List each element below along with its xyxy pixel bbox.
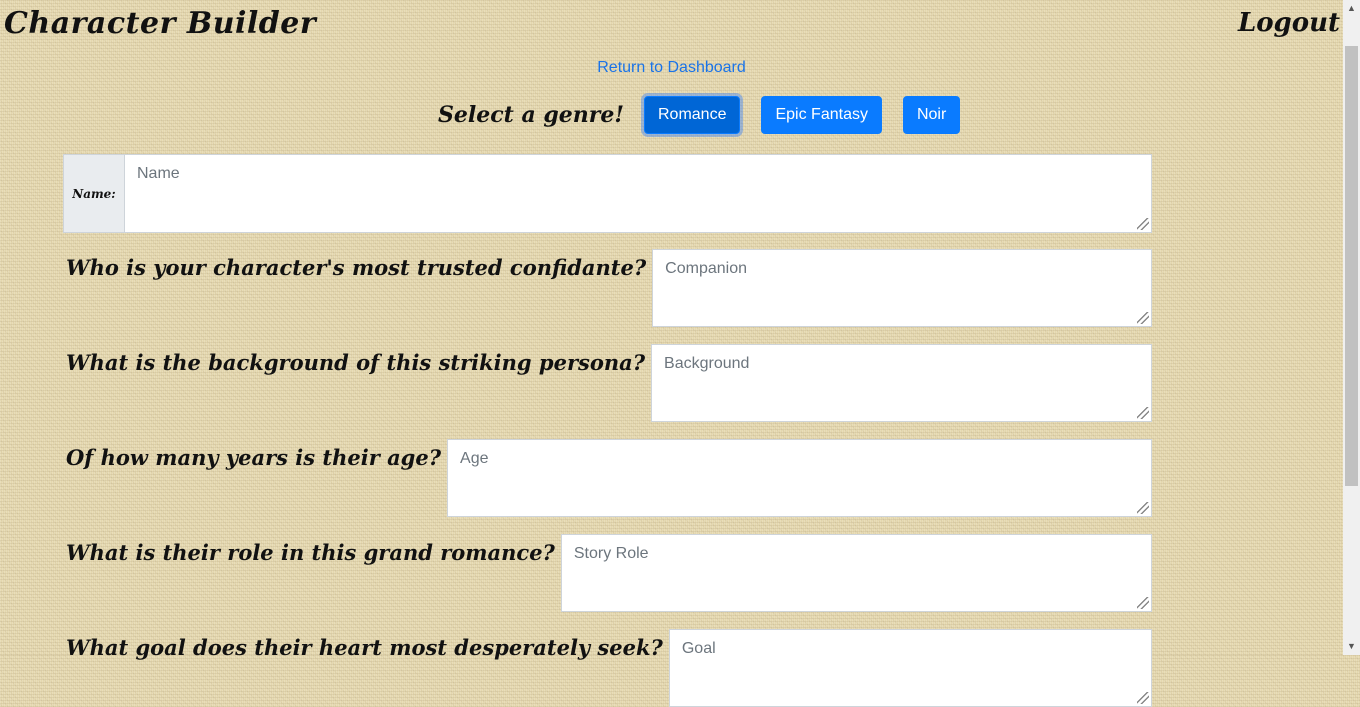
scrollbar-thumb[interactable] xyxy=(1345,46,1358,486)
name-input[interactable]: Name xyxy=(124,154,1152,233)
name-placeholder: Name xyxy=(137,165,180,182)
resize-grip-icon[interactable] xyxy=(1137,502,1149,514)
resize-grip-icon[interactable] xyxy=(1137,692,1149,704)
story-role-input[interactable]: Story Role xyxy=(560,534,1152,612)
story-role-placeholder: Story Role xyxy=(573,545,649,562)
companion-question: Who is your character's most trusted con… xyxy=(66,255,647,280)
scroll-down-icon[interactable]: ▼ xyxy=(1343,638,1360,655)
vertical-scrollbar[interactable]: ▲ ▼ xyxy=(1343,0,1360,655)
scroll-up-icon[interactable]: ▲ xyxy=(1343,0,1360,17)
story-role-question: What is their role in this grand romance… xyxy=(66,540,555,565)
genre-noir-button[interactable]: Noir xyxy=(902,96,961,134)
return-to-dashboard-link[interactable]: Return to Dashboard xyxy=(0,59,1343,77)
companion-field-group: Who is your character's most trusted con… xyxy=(63,249,1152,327)
age-input[interactable]: Age xyxy=(447,439,1152,517)
background-question: What is the background of this striking … xyxy=(66,350,646,375)
genre-label: Select a genre! xyxy=(438,102,624,128)
resize-grip-icon[interactable] xyxy=(1137,218,1149,230)
companion-input[interactable]: Companion xyxy=(652,249,1152,327)
background-placeholder: Background xyxy=(664,355,750,372)
name-label: Name: xyxy=(63,154,124,233)
background-input[interactable]: Background xyxy=(651,344,1152,422)
goal-input[interactable]: Goal xyxy=(668,629,1152,707)
age-field-group: Of how many years is their age? Age xyxy=(63,439,1152,517)
resize-grip-icon[interactable] xyxy=(1137,597,1149,609)
goal-placeholder: Goal xyxy=(681,640,716,657)
logout-link[interactable]: Logout xyxy=(1238,8,1340,38)
genre-romance-button[interactable]: Romance xyxy=(644,96,741,134)
companion-placeholder: Companion xyxy=(665,260,747,277)
resize-grip-icon[interactable] xyxy=(1137,407,1149,419)
story-role-field-group: What is their role in this grand romance… xyxy=(63,534,1152,612)
genre-epic-fantasy-button[interactable]: Epic Fantasy xyxy=(761,96,882,134)
age-question: Of how many years is their age? xyxy=(66,445,442,470)
goal-field-group: What goal does their heart most desperat… xyxy=(63,629,1152,707)
goal-question: What goal does their heart most desperat… xyxy=(66,635,663,660)
background-field-group: What is the background of this striking … xyxy=(63,344,1152,422)
resize-grip-icon[interactable] xyxy=(1137,312,1149,324)
genre-selector: Select a genre! Romance Epic Fantasy Noi… xyxy=(438,95,981,135)
brand-title: Character Builder xyxy=(4,6,317,41)
name-field-group: Name: Name xyxy=(63,154,1152,233)
age-placeholder: Age xyxy=(460,450,489,467)
